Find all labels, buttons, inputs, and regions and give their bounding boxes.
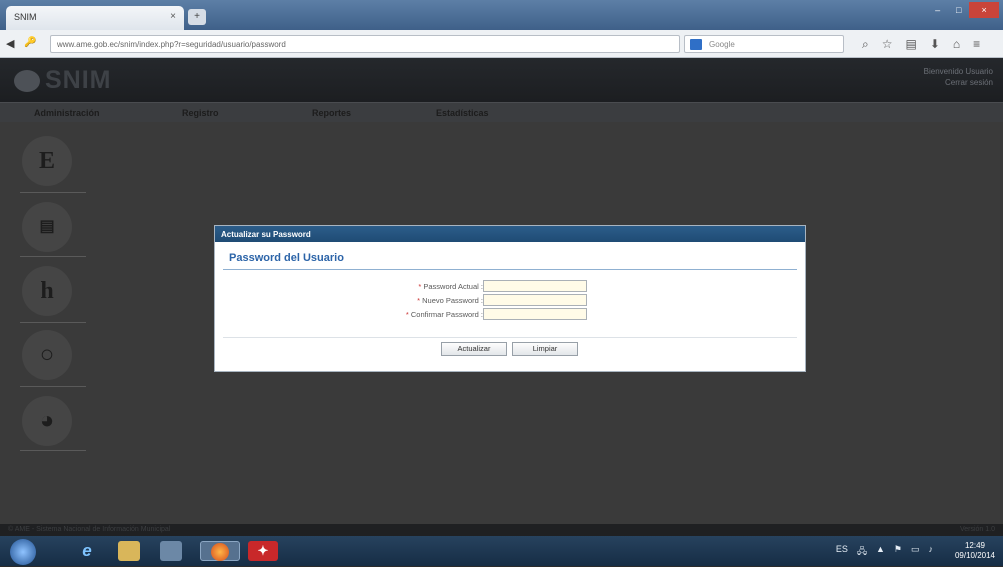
- menu-item-administracion[interactable]: Administración: [34, 108, 100, 118]
- menu-icon[interactable]: ≡: [973, 37, 980, 52]
- tab-title: SNIM: [14, 12, 37, 22]
- network-icon[interactable]: 🖧: [857, 544, 867, 560]
- divider: [20, 386, 86, 387]
- clear-button[interactable]: Limpiar: [512, 342, 578, 356]
- internet-explorer-icon[interactable]: e: [76, 541, 98, 561]
- logout-link[interactable]: Cerrar sesión: [924, 77, 993, 88]
- new-tab-button[interactable]: +: [188, 9, 206, 25]
- form-row-new-password: * Nuevo Password :: [215, 294, 805, 307]
- confirm-password-field[interactable]: [483, 308, 587, 320]
- confirm-password-label: * Confirmar Password :: [405, 310, 483, 319]
- search-icon[interactable]: ⌕: [862, 37, 869, 52]
- pdf-reader-icon[interactable]: ✦: [248, 541, 278, 561]
- media-player-icon[interactable]: [160, 541, 182, 561]
- divider: [20, 322, 86, 323]
- divider: [20, 192, 86, 193]
- dialog-heading: Password del Usuario: [223, 252, 797, 270]
- url-text: www.ame.gob.ec/snim/index.php?r=segurida…: [57, 40, 286, 49]
- footer-version: Versión 1.0: [959, 526, 995, 533]
- minimize-button[interactable]: –: [927, 2, 948, 18]
- app-header: SNIM Bienvenido Usuario Cerrar sesión: [0, 58, 1003, 102]
- battery-icon[interactable]: ▭: [911, 544, 920, 560]
- maximize-button[interactable]: □: [948, 2, 969, 18]
- start-button[interactable]: [10, 539, 36, 565]
- chart-icon[interactable]: h: [22, 266, 72, 316]
- password-dialog: Actualizar su Password Password del Usua…: [214, 225, 806, 372]
- app-logo: SNIM: [45, 66, 112, 94]
- bookmark-star-icon[interactable]: ☆: [882, 37, 893, 52]
- close-icon[interactable]: ×: [170, 11, 176, 22]
- current-password-label: * Password Actual :: [418, 282, 483, 291]
- search-placeholder: Google: [709, 40, 735, 49]
- language-indicator[interactable]: ES: [836, 544, 848, 560]
- user-welcome: Bienvenido Usuario: [923, 67, 993, 76]
- current-password-field[interactable]: [483, 280, 587, 292]
- form-row-current-password: * Password Actual :: [215, 280, 805, 293]
- menu-item-reportes[interactable]: Reportes: [312, 108, 351, 118]
- address-bar[interactable]: www.ame.gob.ec/snim/index.php?r=segurida…: [50, 35, 680, 53]
- window-close-button[interactable]: ×: [969, 2, 999, 18]
- document-icon[interactable]: E: [22, 136, 72, 186]
- system-tray: ES 🖧 ▲ ⚑ ▭ ♪: [836, 544, 933, 560]
- file-explorer-icon[interactable]: [118, 541, 140, 561]
- main-menu: Administración Registro Reportes Estadís…: [0, 102, 1003, 122]
- flag-icon[interactable]: ⚑: [894, 544, 902, 560]
- form-row-confirm-password: * Confirmar Password :: [215, 308, 805, 321]
- update-button[interactable]: Actualizar: [441, 342, 507, 356]
- dialog-title: Actualizar su Password: [215, 226, 805, 242]
- menu-item-estadisticas[interactable]: Estadísticas: [436, 108, 489, 118]
- new-password-field[interactable]: [483, 294, 587, 306]
- reading-list-icon[interactable]: ▤: [906, 37, 917, 52]
- footer-text: © AME - Sistema Nacional de Información …: [8, 526, 171, 533]
- site-identity-icon[interactable]: 🔑: [24, 37, 36, 48]
- menu-item-registro[interactable]: Registro: [182, 108, 219, 118]
- divider: [20, 450, 86, 451]
- browser-tab[interactable]: SNIM ×: [6, 6, 184, 30]
- back-icon[interactable]: ◀: [6, 37, 14, 50]
- volume-icon[interactable]: ♪: [929, 544, 934, 560]
- divider: [20, 256, 86, 257]
- chevron-up-icon[interactable]: ▲: [876, 544, 885, 560]
- home-icon[interactable]: ⌂: [953, 37, 960, 52]
- browser-tab-bar: SNIM × + – □ ×: [0, 0, 1003, 30]
- app-footer: © AME - Sistema Nacional de Información …: [0, 524, 1003, 536]
- globe-icon[interactable]: ○: [22, 330, 72, 380]
- logo-icon: [14, 70, 40, 92]
- download-icon[interactable]: ⬇: [930, 37, 940, 52]
- clock[interactable]: 12:49 09/10/2014: [955, 541, 995, 561]
- firefox-icon[interactable]: [200, 541, 240, 561]
- search-engine-icon[interactable]: [690, 39, 702, 50]
- clock-date: 09/10/2014: [954, 551, 995, 560]
- pie-chart-icon[interactable]: ◕: [22, 396, 72, 446]
- clock-time: 12:49: [964, 541, 985, 550]
- window-controls: – □ ×: [927, 2, 999, 18]
- taskbar: e ✦ ES 🖧 ▲ ⚑ ▭ ♪ 12:49 09/10/2014: [0, 536, 1003, 566]
- user-info: Bienvenido Usuario Cerrar sesión: [924, 66, 993, 88]
- browser-toolbar: ⌕ ☆ ▤ ⬇ ⌂ ≡: [862, 37, 980, 52]
- browser-nav-bar: ◀ 🔑 www.ame.gob.ec/snim/index.php?r=segu…: [0, 30, 1003, 58]
- search-input[interactable]: Google: [684, 35, 844, 53]
- new-password-label: * Nuevo Password :: [417, 296, 483, 305]
- cards-icon[interactable]: ▤: [22, 202, 72, 252]
- divider: [223, 337, 797, 338]
